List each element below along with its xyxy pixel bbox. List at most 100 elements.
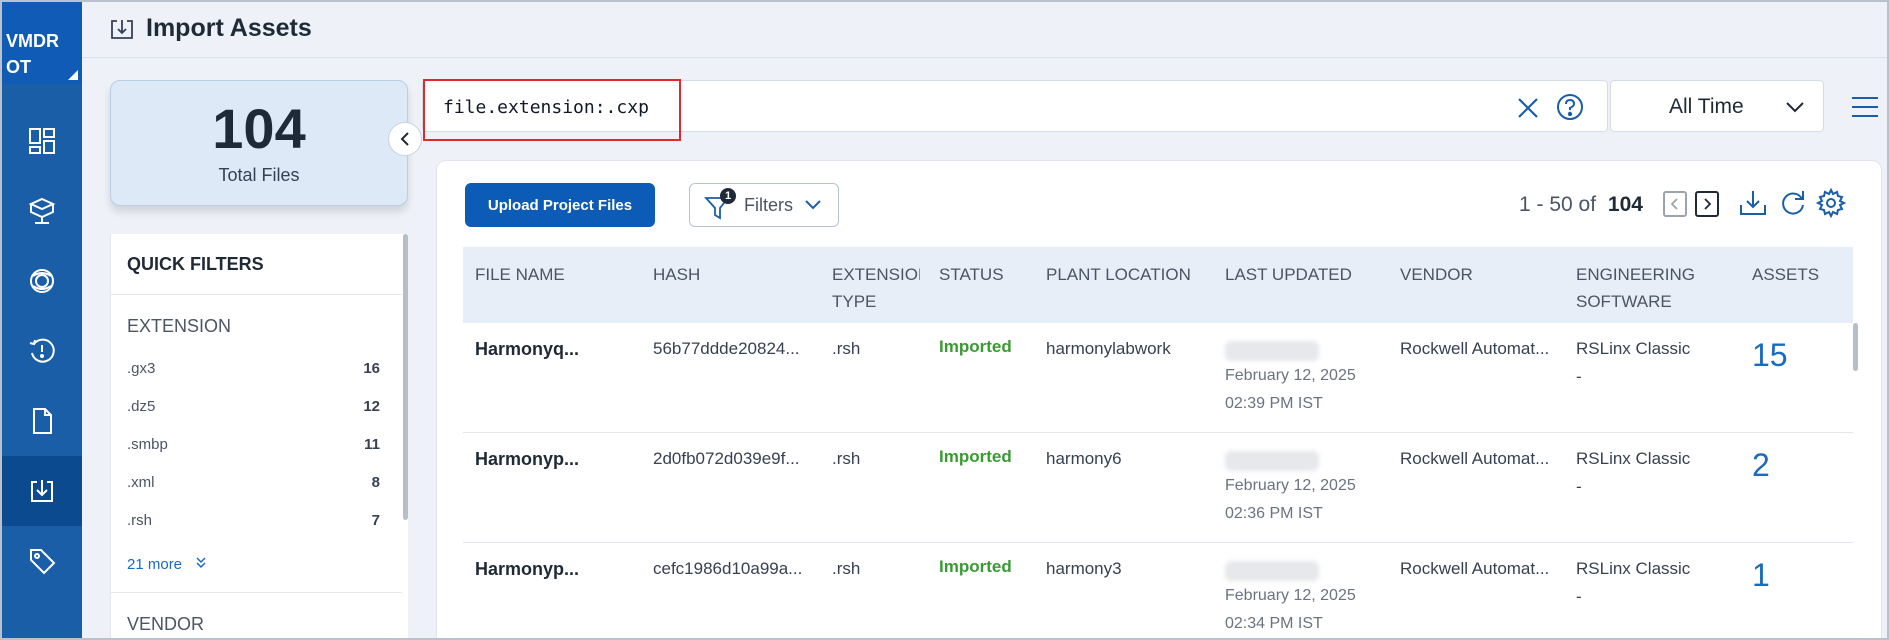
import-icon: [31, 480, 53, 502]
column-header-extension-type[interactable]: EXTENSION TYPE: [832, 261, 920, 315]
plant-location-cell: harmony6: [1046, 449, 1122, 468]
column-header-line-1: ENGINEERING: [1576, 265, 1696, 284]
column-header-status[interactable]: STATUS: [939, 261, 1004, 288]
nav-item-activity[interactable]: [2, 316, 82, 386]
hash-cell: 2d0fb072d039e9f...: [653, 449, 800, 468]
files-icon: [33, 408, 52, 434]
table-row[interactable]: Harmonyp... 2d0fb072d039e9f... .rsh Impo…: [463, 433, 1853, 543]
column-header-plant-location[interactable]: PLANT LOCATION: [1046, 261, 1191, 288]
hamburger-menu-icon[interactable]: [1850, 96, 1880, 118]
dashboard-icon: [29, 128, 55, 154]
refresh-icon[interactable]: [1777, 187, 1809, 219]
filter-count: 12: [363, 398, 380, 415]
assets-count-link[interactable]: 2: [1752, 447, 1770, 484]
scrollbar[interactable]: [403, 234, 408, 520]
filter-item-extension[interactable]: .smbp 11: [127, 436, 380, 456]
nav-item-files[interactable]: [2, 386, 82, 456]
chevron-down-icon: [805, 200, 821, 210]
column-header-line-2: SOFTWARE: [1576, 292, 1672, 311]
filter-value: .rsh: [127, 512, 153, 529]
nav-item-dashboard[interactable]: [2, 106, 82, 176]
extension-cell: .rsh: [832, 559, 861, 578]
updated-time: 02:34 PM IST: [1225, 615, 1323, 632]
chevron-down-icon: [1786, 102, 1804, 113]
nav-item-vulnerabilities[interactable]: [2, 246, 82, 316]
hash-cell: 56b77ddde20824...: [653, 339, 800, 358]
divider: [111, 592, 402, 593]
updated-date: February 12, 2025: [1225, 367, 1356, 384]
filter-count: 11: [364, 436, 380, 453]
column-header-assets[interactable]: ASSETS: [1752, 261, 1819, 288]
app-switcher[interactable]: VMDR OT: [2, 2, 82, 84]
caret-icon: [68, 70, 78, 80]
total-files-count: 104: [212, 97, 306, 160]
vulnerabilities-icon: [30, 269, 54, 293]
filter-value: .gx3: [127, 360, 156, 377]
nav-item-tags[interactable]: [2, 526, 82, 596]
column-header-file-name[interactable]: FILE NAME: [475, 261, 565, 288]
engineering-software-cell: RSLinx Classic: [1576, 339, 1691, 358]
file-name-cell[interactable]: Harmonyp...: [475, 449, 579, 470]
filter-value: .dz5: [127, 398, 156, 415]
filter-count: 8: [371, 474, 380, 491]
filter-value: .smbp: [127, 436, 168, 453]
extension-heading: EXTENSION: [127, 316, 232, 336]
plant-location-cell: harmonylabwork: [1046, 339, 1171, 358]
filters-button[interactable]: 1 Filters: [689, 183, 839, 227]
extension-cell: .rsh: [832, 339, 861, 358]
chevron-left-icon: [400, 132, 409, 146]
nav-item-import[interactable]: [2, 456, 82, 526]
column-header-vendor[interactable]: VENDOR: [1400, 261, 1473, 288]
filter-item-extension[interactable]: .rsh 7: [127, 512, 380, 532]
status-badge: Imported: [939, 557, 1012, 576]
quick-filters-title: QUICK FILTERS: [127, 254, 264, 274]
time-range-select[interactable]: All Time: [1610, 80, 1824, 132]
tags-icon: [30, 549, 56, 575]
engineering-software-sub: -: [1576, 587, 1582, 606]
file-name-cell[interactable]: Harmonyq...: [475, 339, 579, 360]
left-nav: VMDR OT: [2, 2, 82, 638]
redacted-user: [1225, 341, 1319, 361]
plant-location-cell: harmony3: [1046, 559, 1122, 578]
column-header-hash[interactable]: HASH: [653, 261, 700, 288]
files-panel: Upload Project Files 1 Filters 1 - 50 of…: [436, 160, 1882, 638]
upload-project-files-button[interactable]: Upload Project Files: [465, 183, 655, 227]
gear-icon[interactable]: [1815, 187, 1847, 219]
next-page-button[interactable]: [1695, 191, 1719, 217]
pagination-total: 104: [1607, 193, 1643, 216]
file-name-cell[interactable]: Harmonyp...: [475, 559, 579, 580]
chevron-right-icon: [1704, 198, 1712, 210]
updated-date: February 12, 2025: [1225, 587, 1356, 604]
redacted-user: [1225, 451, 1319, 471]
previous-page-button[interactable]: [1663, 191, 1687, 217]
nav-item-assets[interactable]: [2, 176, 82, 246]
app-window: VMDR OT Import Assets 104 Total Files QU…: [0, 0, 1889, 640]
filter-item-extension[interactable]: .gx3 16: [127, 360, 380, 380]
scrollbar[interactable]: [1853, 323, 1858, 371]
search-input[interactable]: file.extension:.cxp: [443, 97, 649, 118]
collapse-sidebar-button[interactable]: [388, 122, 422, 156]
hash-cell: cefc1986d10a99a...: [653, 559, 803, 578]
updated-date: February 12, 2025: [1225, 477, 1356, 494]
search-bar[interactable]: file.extension:.cxp: [422, 79, 1608, 141]
page-header: Import Assets: [82, 2, 1887, 58]
extension-cell: .rsh: [832, 449, 861, 468]
pagination-range: 1 - 50 of: [1519, 193, 1597, 216]
vendor-heading: VENDOR: [127, 614, 205, 634]
column-header-engineering-software[interactable]: ENGINEERING SOFTWARE: [1576, 261, 1695, 315]
redacted-user: [1225, 561, 1319, 581]
close-icon[interactable]: [1515, 95, 1541, 121]
table-row[interactable]: Harmonyq... 56b77ddde20824... .rsh Impor…: [463, 323, 1853, 433]
assets-count-link[interactable]: 1: [1752, 557, 1770, 594]
filter-item-extension[interactable]: .dz5 12: [127, 398, 380, 418]
assets-icon: [28, 197, 56, 224]
assets-count-link[interactable]: 15: [1752, 337, 1788, 374]
download-icon[interactable]: [1737, 187, 1769, 219]
table-row[interactable]: Harmonyp... cefc1986d10a99a... .rsh Impo…: [463, 543, 1853, 638]
filters-label: Filters: [744, 195, 793, 215]
filter-item-extension[interactable]: .xml 8: [127, 474, 380, 494]
help-icon[interactable]: [1555, 92, 1585, 122]
show-more-link[interactable]: 21 more: [127, 556, 208, 573]
status-badge: Imported: [939, 447, 1012, 466]
column-header-last-updated[interactable]: LAST UPDATED: [1225, 261, 1352, 288]
